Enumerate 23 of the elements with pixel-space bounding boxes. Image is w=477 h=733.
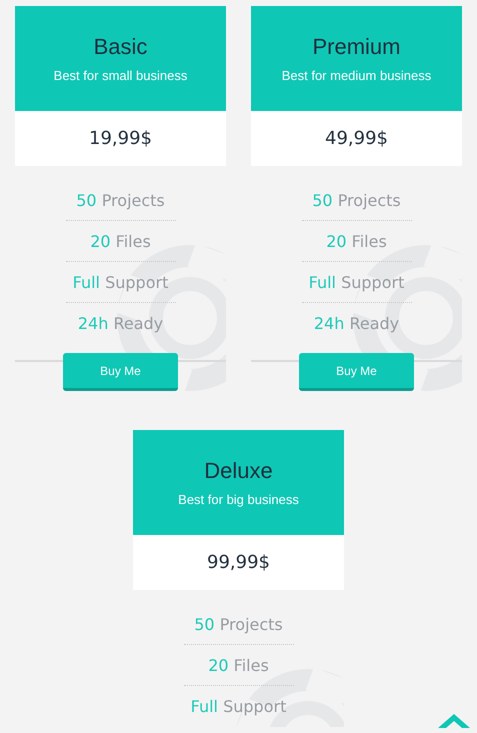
buy-button[interactable]: Buy Me (299, 353, 414, 391)
feature-text: 24h Ready (78, 314, 164, 333)
plan-price: 99,99$ (133, 535, 344, 590)
plan-price: 49,99$ (251, 111, 462, 166)
feature-text: 50 Projects (194, 614, 283, 634)
buy-button[interactable]: Buy Me (63, 353, 178, 391)
plan-subtitle: Best for big business (178, 492, 299, 507)
feature-text: Full Support (72, 272, 168, 292)
feature-text: 20 Files (326, 232, 387, 250)
feature-text: Full Support (190, 697, 286, 716)
plan-price: 19,99$ (15, 111, 226, 166)
feature-text: Full Support (308, 272, 404, 292)
plan-subtitle: Best for small business (54, 68, 188, 83)
feature-text: 20 Files (90, 232, 151, 250)
feature-text: 20 Files (208, 656, 269, 674)
feature-text: 50 Projects (76, 190, 165, 210)
plan-title: Premium (312, 34, 400, 60)
scroll-top-icon[interactable] (438, 712, 470, 728)
plan-title: Deluxe (204, 458, 273, 484)
feature-text: 24h Ready (314, 314, 400, 333)
plan-subtitle: Best for medium business (282, 68, 432, 83)
feature-text: 50 Projects (312, 190, 401, 210)
plan-title: Basic (94, 34, 148, 60)
